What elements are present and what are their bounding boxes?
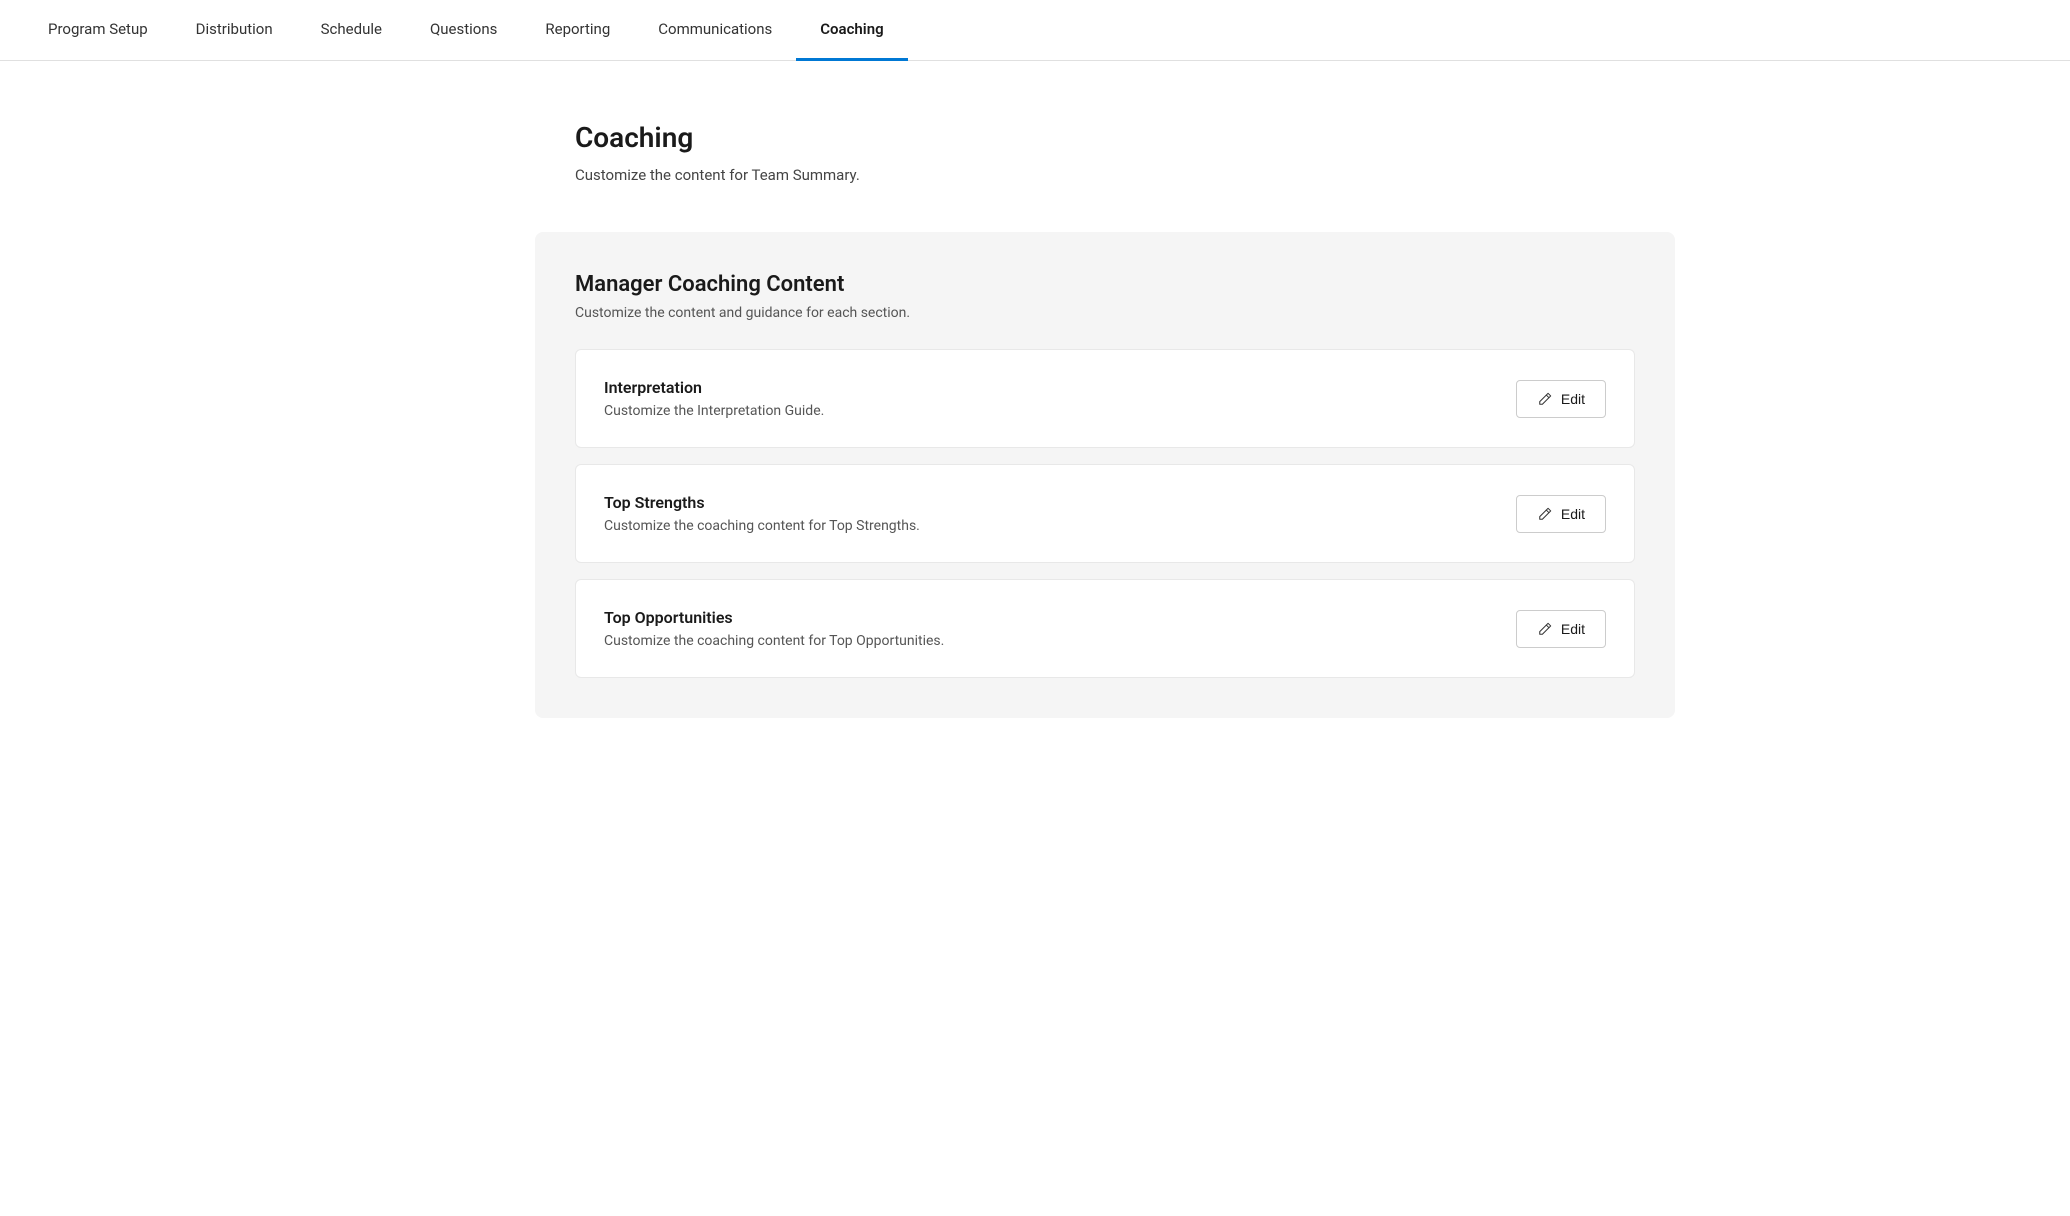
section-info-top-opportunities: Top Opportunities Customize the coaching… (604, 608, 1516, 649)
edit-button-interpretation[interactable]: Edit (1516, 380, 1606, 418)
section-description-top-strengths: Customize the coaching content for Top S… (604, 518, 1516, 534)
section-item-top-strengths: Top Strengths Customize the coaching con… (575, 464, 1635, 563)
sections-container: Interpretation Customize the Interpretat… (575, 349, 1635, 678)
edit-icon-top-opportunities (1537, 621, 1553, 637)
nav-item-coaching[interactable]: Coaching (796, 0, 907, 61)
nav-item-questions[interactable]: Questions (406, 0, 521, 61)
section-title-top-opportunities: Top Opportunities (604, 608, 1516, 627)
section-info-interpretation: Interpretation Customize the Interpretat… (604, 378, 1516, 419)
edit-button-top-strengths[interactable]: Edit (1516, 495, 1606, 533)
card-subtitle: Customize the content and guidance for e… (575, 305, 1635, 321)
section-item-interpretation: Interpretation Customize the Interpretat… (575, 349, 1635, 448)
edit-icon-top-strengths (1537, 506, 1553, 522)
navigation-bar: Program SetupDistributionScheduleQuestio… (0, 0, 2070, 61)
page-title: Coaching (575, 121, 1715, 154)
section-info-top-strengths: Top Strengths Customize the coaching con… (604, 493, 1516, 534)
nav-item-communications[interactable]: Communications (634, 0, 796, 61)
card-title: Manager Coaching Content (575, 272, 1635, 297)
section-title-interpretation: Interpretation (604, 378, 1516, 397)
page-subtitle: Customize the content for Team Summary. (575, 166, 1715, 184)
main-content: Coaching Customize the content for Team … (315, 61, 1755, 778)
edit-button-top-opportunities[interactable]: Edit (1516, 610, 1606, 648)
section-item-top-opportunities: Top Opportunities Customize the coaching… (575, 579, 1635, 678)
nav-item-reporting[interactable]: Reporting (521, 0, 634, 61)
section-title-top-strengths: Top Strengths (604, 493, 1516, 512)
section-description-interpretation: Customize the Interpretation Guide. (604, 403, 1516, 419)
edit-icon-interpretation (1537, 391, 1553, 407)
coaching-card: Manager Coaching Content Customize the c… (535, 232, 1675, 718)
section-description-top-opportunities: Customize the coaching content for Top O… (604, 633, 1516, 649)
nav-item-schedule[interactable]: Schedule (297, 0, 406, 61)
nav-item-program-setup[interactable]: Program Setup (24, 0, 172, 61)
nav-item-distribution[interactable]: Distribution (172, 0, 297, 61)
